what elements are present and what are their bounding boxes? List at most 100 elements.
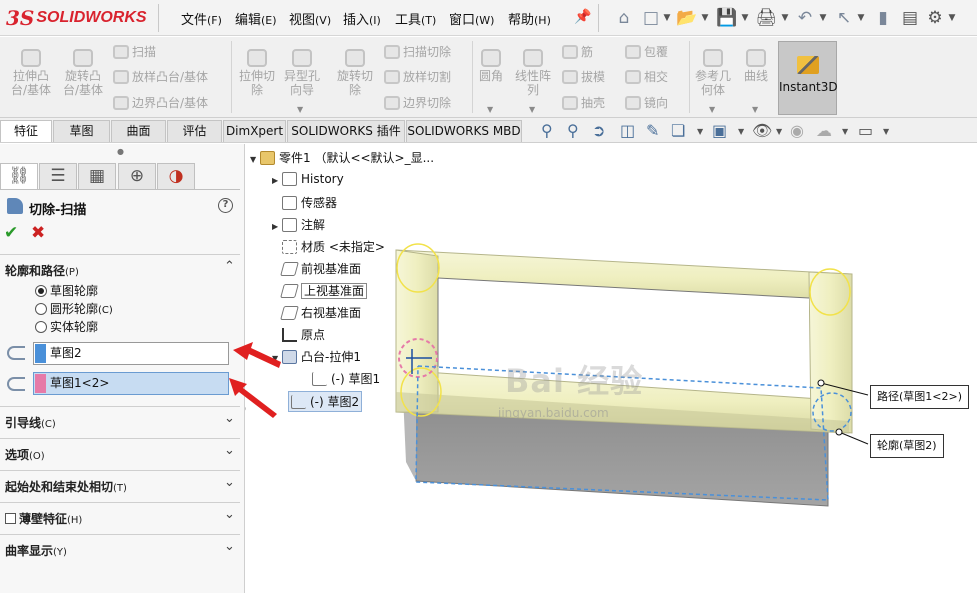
section-view-icon[interactable]: ◫ bbox=[620, 121, 635, 140]
boundary-boss-button[interactable]: 边界凸台/基体 bbox=[113, 94, 208, 111]
chevron-down-icon[interactable]: ▼ bbox=[662, 6, 672, 30]
extrude-boss-button[interactable]: 拉伸凸台/基体 bbox=[6, 49, 56, 97]
chevron-down-icon[interactable]: ▼ bbox=[856, 6, 866, 30]
apply-scene-icon[interactable]: ☁ bbox=[816, 121, 832, 140]
chevron-down-icon[interactable]: ▼ bbox=[947, 6, 957, 30]
chevron-down-icon[interactable]: ▼ bbox=[780, 6, 790, 30]
thin-feature-checkbox[interactable] bbox=[5, 513, 16, 524]
chevron-down-icon[interactable]: ▼ bbox=[740, 6, 750, 30]
instant3d-button[interactable]: Instant3D bbox=[778, 41, 838, 115]
edit-appearance-icon[interactable]: ◉ bbox=[790, 121, 804, 140]
tab-evaluate[interactable]: 评估 bbox=[167, 120, 222, 142]
tree-item-history[interactable]: ▶ History bbox=[272, 172, 344, 186]
display-manager-tab-icon[interactable]: ◑ bbox=[157, 163, 195, 190]
dynamic-annotation-icon[interactable]: ✎ bbox=[646, 121, 659, 140]
intersect-button[interactable]: 相交 bbox=[625, 68, 668, 85]
chevron-down-icon[interactable]: ▼ bbox=[776, 127, 782, 136]
reference-geometry-button[interactable]: 参考几何体 bbox=[692, 49, 734, 97]
section-curvature-display[interactable]: 曲率显示(Y) ⌄ bbox=[0, 534, 240, 564]
tab-surfaces[interactable]: 曲面 bbox=[111, 120, 166, 142]
extrude-cut-button[interactable]: 拉伸切除 bbox=[234, 49, 280, 97]
zoom-to-area-icon[interactable]: ⚲ bbox=[567, 121, 579, 140]
chevron-down-icon[interactable]: ▼ bbox=[529, 105, 535, 114]
file-properties-icon[interactable]: ▤ bbox=[898, 6, 922, 30]
radio-solid-profile[interactable]: 实体轮廓 bbox=[35, 318, 98, 335]
display-style-icon[interactable]: ▣ bbox=[712, 121, 727, 140]
menu-tools[interactable]: 工具(T) bbox=[395, 9, 436, 28]
profile-callout[interactable]: 轮廓(草图2) bbox=[870, 434, 944, 458]
tree-item-annotations[interactable]: ▶ 注解 bbox=[272, 216, 325, 233]
tree-item-material[interactable]: 材质 <未指定> bbox=[272, 238, 385, 255]
draft-button[interactable]: 拔模 bbox=[562, 68, 605, 85]
menu-insert[interactable]: 插入(I) bbox=[343, 9, 381, 28]
sweep-button[interactable]: 扫描 bbox=[113, 43, 156, 60]
loft-cut-button[interactable]: 放样切割 bbox=[384, 68, 451, 85]
dimxpert-manager-tab-icon[interactable]: ⊕ bbox=[118, 163, 156, 190]
hide-show-items-icon[interactable]: 👁 bbox=[752, 121, 772, 140]
tree-item-boss-extrude[interactable]: ▼ 凸台-拉伸1 bbox=[272, 348, 361, 365]
new-document-icon[interactable]: □ bbox=[640, 6, 662, 30]
view-orientation-icon[interactable]: ❏ bbox=[671, 121, 685, 140]
chevron-down-icon[interactable]: ⌄ bbox=[224, 507, 235, 522]
chevron-down-icon[interactable]: ▼ bbox=[697, 127, 703, 136]
previous-view-icon[interactable]: ➲ bbox=[592, 121, 605, 140]
loft-boss-button[interactable]: 放样凸台/基体 bbox=[113, 68, 208, 85]
boundary-cut-button[interactable]: 边界切除 bbox=[384, 94, 451, 111]
property-manager-tab-icon[interactable]: ☰ bbox=[39, 163, 77, 190]
revolve-cut-button[interactable]: 旋转切除 bbox=[332, 49, 378, 97]
cancel-x-icon[interactable]: ✖ bbox=[31, 223, 45, 243]
tree-item-root-part[interactable]: ▼ 零件1 （默认<<默认>_显... bbox=[250, 149, 434, 166]
chevron-down-icon[interactable]: ▼ bbox=[842, 127, 848, 136]
chevron-down-icon[interactable]: ⌄ bbox=[224, 539, 235, 554]
gear-icon[interactable]: ⚙ bbox=[924, 6, 946, 30]
tree-item-sensors[interactable]: 传感器 bbox=[272, 194, 337, 211]
tab-sketch[interactable]: 草图 bbox=[53, 120, 110, 142]
menu-window[interactable]: 窗口(W) bbox=[449, 9, 494, 28]
chevron-down-icon[interactable]: ⌄ bbox=[224, 475, 235, 490]
chevron-down-icon[interactable]: ▼ bbox=[818, 6, 828, 30]
path-selection-box[interactable]: 草图1<2> bbox=[33, 372, 229, 395]
tree-item-top-plane[interactable]: 上视基准面 bbox=[272, 282, 368, 299]
section-start-end-tangency[interactable]: 起始处和结束处相切(T) ⌄ bbox=[0, 470, 240, 500]
tree-item-front-plane[interactable]: 前视基准面 bbox=[272, 260, 361, 277]
radio-sketch-profile[interactable]: 草图轮廓 bbox=[35, 282, 98, 299]
open-folder-icon[interactable]: 📂 bbox=[676, 6, 698, 30]
caret-right-icon[interactable]: ▶ bbox=[272, 176, 282, 185]
save-icon[interactable]: 💾 bbox=[716, 6, 738, 30]
path-callout[interactable]: 路径(草图1<2>) bbox=[870, 385, 970, 409]
chevron-down-icon[interactable]: ▼ bbox=[700, 6, 710, 30]
undo-icon[interactable]: ↶ bbox=[794, 6, 816, 30]
chevron-down-icon[interactable]: ▼ bbox=[738, 127, 744, 136]
chevron-down-icon[interactable]: ▼ bbox=[487, 105, 493, 114]
print-icon[interactable]: 🖨 bbox=[754, 6, 778, 30]
caret-down-icon[interactable]: ▼ bbox=[250, 155, 260, 164]
fillet-button[interactable]: 圆角 bbox=[476, 49, 506, 83]
chevron-up-icon[interactable]: ⌃ bbox=[224, 259, 235, 274]
section-options[interactable]: 选项(O) ⌄ bbox=[0, 438, 240, 468]
tab-features[interactable]: 特征 bbox=[0, 120, 52, 142]
ok-check-icon[interactable]: ✔ bbox=[4, 223, 18, 243]
chevron-down-icon[interactable]: ▼ bbox=[883, 127, 889, 136]
menu-file[interactable]: 文件(F) bbox=[181, 9, 222, 28]
feature-manager-tab-icon[interactable]: ⛓ bbox=[0, 163, 38, 190]
tab-solidworks-addins[interactable]: SOLIDWORKS 插件 bbox=[287, 120, 405, 142]
rebuild-icon[interactable]: ▮ bbox=[874, 6, 892, 30]
tree-item-right-plane[interactable]: 右视基准面 bbox=[272, 304, 361, 321]
menu-help[interactable]: 帮助(H) bbox=[508, 9, 551, 28]
sweep-cut-button[interactable]: 扫描切除 bbox=[384, 43, 451, 60]
section-profile-and-path[interactable]: 轮廓和路径(P) ⌃ bbox=[0, 254, 240, 284]
radio-circular-profile[interactable]: 圆形轮廓(C) bbox=[35, 300, 113, 317]
tab-dimxpert[interactable]: DimXpert bbox=[223, 120, 286, 142]
pin-icon[interactable]: 📌 bbox=[574, 9, 591, 25]
tab-solidworks-mbd[interactable]: SOLIDWORKS MBD bbox=[406, 120, 522, 142]
wrap-button[interactable]: 包覆 bbox=[625, 43, 668, 60]
mirror-button[interactable]: 镜向 bbox=[625, 94, 668, 111]
shell-button[interactable]: 抽壳 bbox=[562, 94, 605, 111]
tree-item-sketch2[interactable]: (-) 草图2 bbox=[288, 391, 363, 412]
profile-selection-box[interactable]: 草图2 bbox=[33, 342, 229, 365]
menu-view[interactable]: 视图(V) bbox=[289, 9, 331, 28]
home-icon[interactable]: ⌂ bbox=[612, 6, 636, 30]
hole-wizard-button[interactable]: 异型孔向导 bbox=[284, 49, 320, 97]
menu-edit[interactable]: 编辑(E) bbox=[235, 9, 277, 28]
tree-item-sketch1[interactable]: (-) 草图1 bbox=[312, 370, 380, 387]
